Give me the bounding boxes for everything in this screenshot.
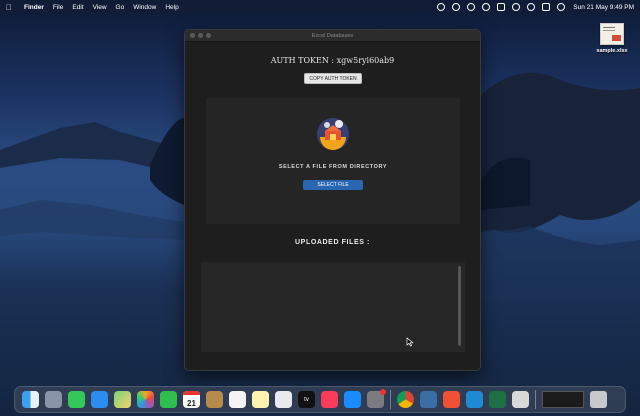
music-icon[interactable] <box>321 391 338 408</box>
dock-separator-2 <box>535 390 536 409</box>
zoom-icon[interactable] <box>206 33 211 38</box>
tv-label: tv <box>304 396 309 403</box>
minimize-icon[interactable] <box>198 33 203 38</box>
siri-icon[interactable] <box>557 3 566 11</box>
auth-token-text: AUTH TOKEN : xgw5ryi60ab9 <box>270 56 395 65</box>
sync-icon[interactable] <box>452 3 461 11</box>
select-file-button[interactable]: SELECT FILE <box>303 180 363 190</box>
reminders-icon[interactable] <box>229 391 246 408</box>
mail-icon[interactable] <box>91 391 108 408</box>
finder-icon[interactable] <box>22 391 39 408</box>
copy-auth-token-button[interactable]: COPY AUTH TOKEN <box>304 73 362 84</box>
git-icon[interactable] <box>443 391 460 408</box>
notes-icon[interactable] <box>206 391 223 408</box>
play-icon[interactable] <box>467 3 476 11</box>
battery-icon[interactable] <box>497 3 506 11</box>
status-area: Sun 21 May 9:49 PM <box>430 3 634 11</box>
tv-icon[interactable]: tv <box>298 391 315 408</box>
upload-folder-icon <box>317 118 349 150</box>
menu-clock[interactable]: Sun 21 May 9:49 PM <box>573 4 634 11</box>
freeform-icon[interactable] <box>252 391 269 408</box>
photos-icon[interactable] <box>137 391 154 408</box>
app-window: Excel Databases AUTH TOKEN : xgw5ryi60ab… <box>184 29 481 371</box>
settings-badge-icon <box>380 389 386 395</box>
wifi-icon[interactable] <box>512 3 521 11</box>
menu-window[interactable]: Window <box>133 4 156 11</box>
window-controls <box>190 33 214 38</box>
launchpad-icon[interactable] <box>45 391 62 408</box>
menu-finder[interactable]: Finder <box>24 4 44 11</box>
apple-icon[interactable]:  <box>6 3 16 12</box>
select-file-prompt: SELECT A FILE FROM DIRECTORY <box>278 164 388 170</box>
spreadsheet-thumbnail-icon <box>600 23 624 45</box>
window-title: Excel Databases <box>311 32 354 39</box>
desktop-file-name: sample.xlsx <box>596 48 628 54</box>
sequel-icon[interactable] <box>420 391 437 408</box>
app-store-icon[interactable] <box>344 391 361 408</box>
record-icon[interactable] <box>437 3 446 11</box>
menu-edit[interactable]: Edit <box>72 4 83 11</box>
preview-icon[interactable] <box>512 391 529 408</box>
uploaded-files-list[interactable] <box>201 262 465 352</box>
user-icon[interactable] <box>482 3 491 11</box>
spotlight-icon[interactable] <box>527 3 536 11</box>
calendar-icon[interactable]: 21 <box>183 391 200 408</box>
calendar-day: 21 <box>187 399 196 408</box>
vscode-icon[interactable] <box>466 391 483 408</box>
system-settings-icon[interactable] <box>367 389 386 408</box>
facetime-icon[interactable] <box>160 391 177 408</box>
minimized-window-thumbnail[interactable] <box>542 391 584 408</box>
dock: 21 tv <box>14 386 626 413</box>
chrome-icon[interactable] <box>397 391 414 408</box>
menu-view[interactable]: View <box>93 4 107 11</box>
excel-icon[interactable] <box>489 391 506 408</box>
files-scrollbar[interactable] <box>458 266 461 346</box>
uploaded-files-heading: UPLOADED FILES : <box>295 239 370 246</box>
upload-panel: SELECT A FILE FROM DIRECTORY SELECT FILE <box>206 98 460 224</box>
menu-help[interactable]: Help <box>165 4 178 11</box>
maps-icon[interactable] <box>114 391 131 408</box>
menu-bar:  Finder File Edit View Go Window Help S… <box>0 0 640 14</box>
control-center-icon[interactable] <box>542 3 551 11</box>
trash-icon[interactable] <box>590 391 607 408</box>
mouse-cursor-icon <box>406 337 414 347</box>
messages-icon[interactable] <box>68 391 85 408</box>
desktop-file[interactable]: sample.xlsx <box>596 23 628 54</box>
safari-icon[interactable] <box>275 391 292 408</box>
close-icon[interactable] <box>190 33 195 38</box>
menu-go[interactable]: Go <box>116 4 125 11</box>
dock-separator <box>390 390 391 409</box>
menu-file[interactable]: File <box>53 4 63 11</box>
window-titlebar[interactable]: Excel Databases <box>185 30 480 42</box>
